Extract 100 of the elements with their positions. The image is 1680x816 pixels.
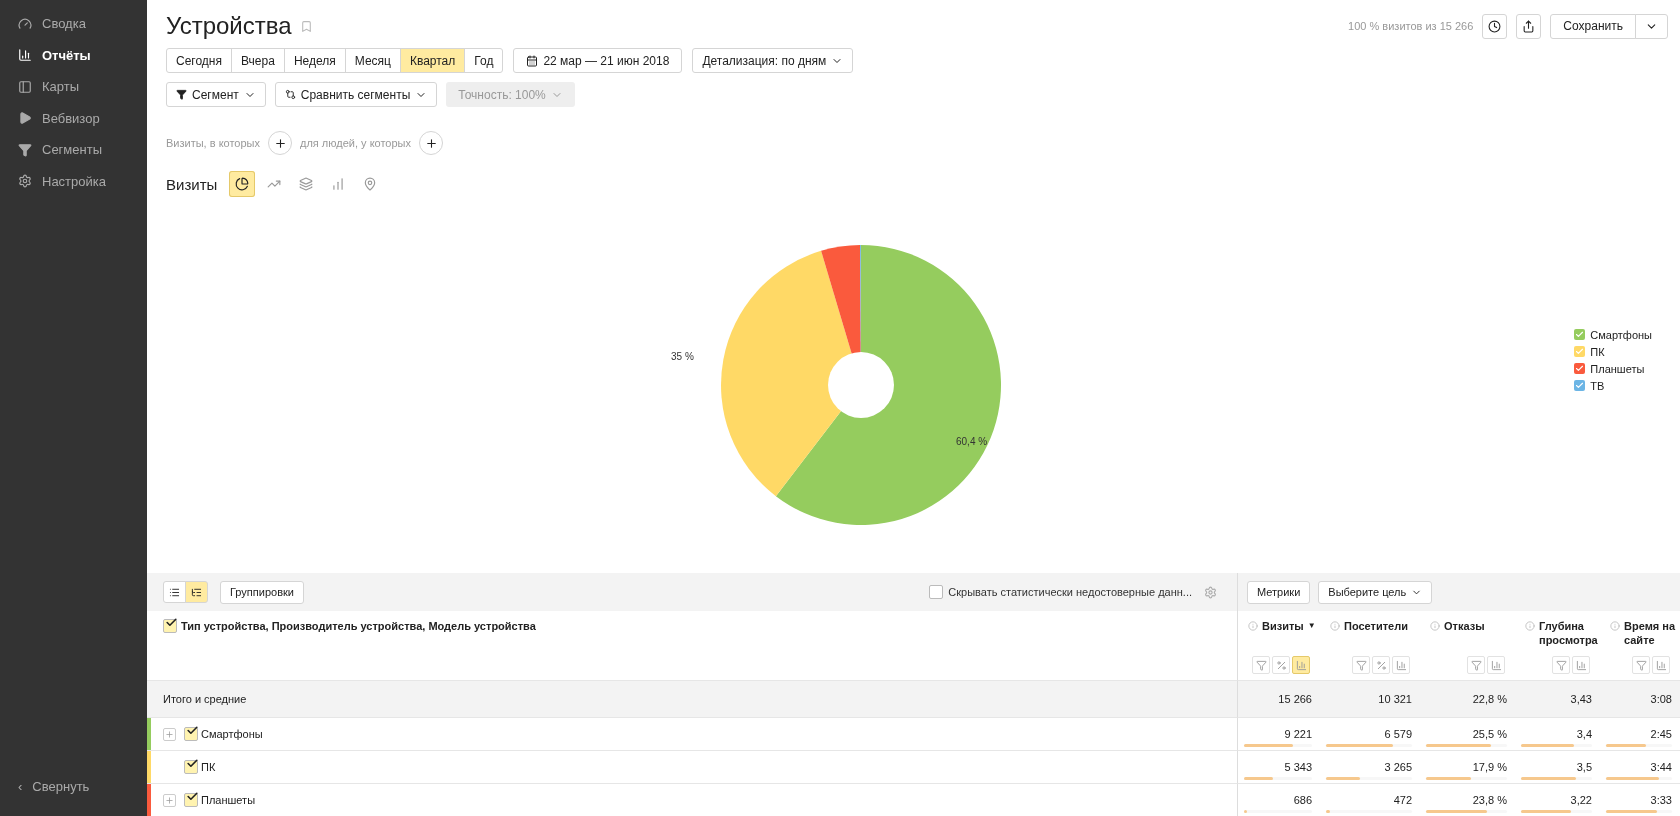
collapse-button[interactable]: ‹ Свернуть <box>0 770 147 802</box>
legend-item[interactable]: ТВ <box>1574 379 1652 392</box>
goal-dropdown[interactable]: Выберите цель <box>1318 580 1433 604</box>
segment-dropdown[interactable]: Сегмент <box>166 82 266 107</box>
column-tool-button[interactable] <box>1372 656 1390 674</box>
checkbox[interactable] <box>184 793 198 807</box>
settings-icon[interactable] <box>1204 585 1217 599</box>
row-label[interactable]: Смартфоны <box>201 728 263 740</box>
column-header: Тип устройства, Производитель устройства, Модель устройства <box>181 619 536 633</box>
check-icon <box>186 724 199 737</box>
legend-checkbox[interactable] <box>1574 346 1586 357</box>
sidebar-item[interactable]: Сводка <box>0 8 147 40</box>
plus-icon <box>424 136 438 150</box>
table-cell: 3 265 <box>1384 761 1412 773</box>
sidebar-item[interactable]: Вебвизор <box>0 102 147 134</box>
column-tool-button[interactable] <box>1352 656 1370 674</box>
column-tool-button[interactable] <box>1252 656 1270 674</box>
sidebar-item[interactable]: Карты <box>0 71 147 103</box>
bar-chart-icon <box>1295 659 1307 671</box>
column-tool-button[interactable] <box>1552 656 1570 674</box>
detail-dropdown[interactable]: Детализация: по дням <box>692 48 854 73</box>
checkbox[interactable] <box>184 760 198 774</box>
bookmark-icon[interactable] <box>299 19 313 33</box>
column-header[interactable]: Визиты <box>1262 619 1304 633</box>
area-chart-icon <box>299 177 314 191</box>
legend-item[interactable]: Планшеты <box>1574 362 1652 375</box>
column-header[interactable]: Посетители <box>1344 619 1408 633</box>
info-icon[interactable] <box>1610 621 1620 631</box>
column-tool-button[interactable] <box>1572 656 1590 674</box>
column-header[interactable]: Глубина просмотра <box>1539 619 1598 647</box>
export-button[interactable] <box>1516 13 1542 39</box>
period-tab[interactable]: Неделя <box>283 48 346 73</box>
sidebar-item[interactable]: Сегменты <box>0 134 147 166</box>
view-toggle[interactable] <box>185 581 208 603</box>
check-icon <box>186 757 199 770</box>
legend-item[interactable]: Смартфоны <box>1574 328 1652 341</box>
expand-button[interactable] <box>163 727 176 741</box>
table-cell: 3,5 <box>1576 761 1592 773</box>
period-tab[interactable]: Сегодня <box>166 48 232 73</box>
date-range-button[interactable]: 22 мар — 21 июн 2018 <box>513 48 683 73</box>
row-label[interactable]: ПК <box>201 761 216 773</box>
column-tool-button[interactable] <box>1272 656 1290 674</box>
expand-button[interactable] <box>163 793 176 807</box>
column-tool-button[interactable] <box>1487 656 1505 674</box>
column-header[interactable]: Отказы <box>1444 619 1485 633</box>
period-tab[interactable]: Месяц <box>344 48 401 73</box>
column-tool-button[interactable] <box>1632 656 1650 674</box>
map-pin-icon <box>363 177 378 191</box>
legend-checkbox[interactable] <box>1574 380 1586 391</box>
percent-icon <box>1375 659 1387 671</box>
info-icon[interactable] <box>1330 621 1340 631</box>
check-icon <box>186 790 199 803</box>
plus-icon <box>165 795 174 805</box>
sidebar-item[interactable]: Отчёты <box>0 39 147 71</box>
info-icon[interactable] <box>1248 621 1258 631</box>
table-cell: 3:08 <box>1650 693 1672 705</box>
filter-icon <box>1555 659 1567 671</box>
bar-chart-icon <box>1490 659 1502 671</box>
table-cell: 17,9 % <box>1472 761 1507 773</box>
save-button[interactable]: Сохранить <box>1550 13 1636 39</box>
column-tool-button[interactable] <box>1292 656 1310 674</box>
table-cell: 23,8 % <box>1472 794 1507 806</box>
period-tab[interactable]: Год <box>464 48 504 73</box>
compare-dropdown[interactable]: Сравнить сегменты <box>274 82 438 107</box>
add-condition-button[interactable] <box>268 131 292 155</box>
chart-type-button[interactable] <box>229 171 256 197</box>
table-cell: 3:33 <box>1650 794 1672 806</box>
save-menu-button[interactable] <box>1635 13 1668 39</box>
info-icon[interactable] <box>1525 621 1535 631</box>
share-icon <box>1522 19 1536 33</box>
bar-chart-icon <box>331 177 346 191</box>
metrics-button[interactable]: Метрики <box>1247 580 1311 604</box>
history-button[interactable] <box>1482 13 1508 39</box>
pie-chart-icon <box>235 177 250 191</box>
groupings-button[interactable]: Группировки <box>220 580 304 604</box>
bar-chart-icon <box>1655 659 1667 671</box>
period-tab[interactable]: Вчера <box>231 48 285 73</box>
add-condition-button[interactable] <box>419 131 443 155</box>
condition-label: для людей, у которых <box>300 137 411 149</box>
plus-icon <box>165 729 174 739</box>
filter-icon <box>176 89 187 100</box>
view-toggle[interactable] <box>163 581 186 603</box>
legend-item[interactable]: ПК <box>1574 345 1652 358</box>
period-tab[interactable]: Квартал <box>399 48 466 73</box>
column-tool-button[interactable] <box>1652 656 1670 674</box>
row-label[interactable]: Планшеты <box>201 794 256 806</box>
tree-icon <box>191 586 202 598</box>
legend-checkbox[interactable] <box>1574 329 1586 340</box>
column-tool-button[interactable] <box>1392 656 1410 674</box>
sidebar-item[interactable]: Настройка <box>0 165 147 197</box>
checkbox[interactable] <box>184 727 198 741</box>
percent-icon <box>1275 659 1287 671</box>
legend-checkbox[interactable] <box>1574 363 1586 374</box>
checkbox[interactable] <box>929 585 944 599</box>
table-cell: 5 343 <box>1284 761 1312 773</box>
checkbox[interactable] <box>163 619 177 633</box>
sort-indicator[interactable]: ▼ <box>1307 619 1316 633</box>
column-tool-button[interactable] <box>1467 656 1485 674</box>
column-header[interactable]: Время на сайте <box>1624 619 1676 647</box>
info-icon[interactable] <box>1430 621 1440 631</box>
